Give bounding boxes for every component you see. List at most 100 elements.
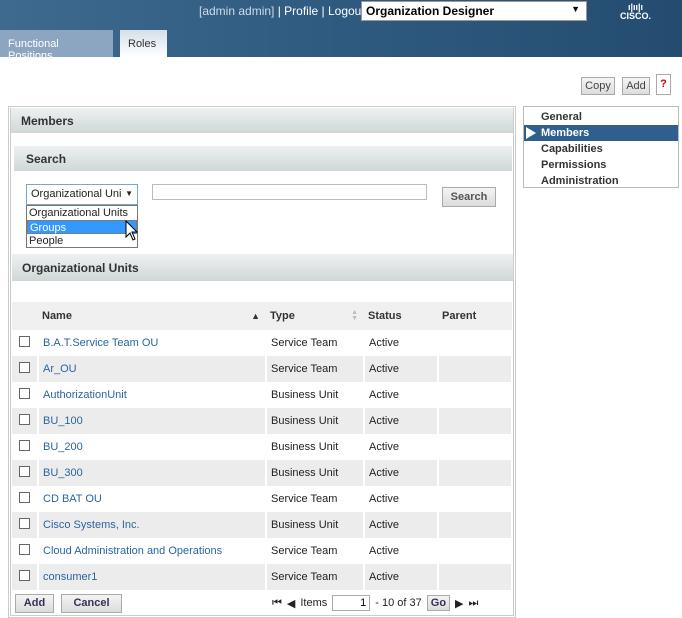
row-select-cell xyxy=(12,512,39,538)
row-type: Business Unit xyxy=(266,408,365,434)
page-start-input[interactable] xyxy=(332,595,371,611)
row-checkbox[interactable] xyxy=(19,492,30,503)
column-label: Name xyxy=(42,310,72,322)
row-name-link[interactable]: consumer1 xyxy=(38,564,267,590)
row-status: Active xyxy=(364,538,439,564)
row-checkbox[interactable] xyxy=(19,362,30,373)
row-name-link[interactable]: AuthorizationUnit xyxy=(38,382,267,408)
select-column-header xyxy=(12,302,38,330)
row-select-cell xyxy=(12,564,39,590)
table-row: CD BAT OU Service Team Active xyxy=(12,486,513,512)
row-checkbox[interactable] xyxy=(19,570,30,581)
side-nav: General Members Capabilities Permissions… xyxy=(523,106,679,188)
row-status: Active xyxy=(364,356,439,382)
search-type-listbox[interactable]: Organizational Units Groups People xyxy=(26,205,138,248)
profile-link[interactable]: Profile xyxy=(284,4,318,18)
app-select[interactable]: Organization Designer ▼ xyxy=(361,1,587,21)
tab-functional-positions[interactable]: Functional Positions xyxy=(0,30,113,62)
nav-item-permissions[interactable]: Permissions xyxy=(524,157,678,173)
chevron-down-icon: ▼ xyxy=(125,189,133,198)
row-select-cell xyxy=(12,434,39,460)
previous-page-icon[interactable]: ◀ xyxy=(287,597,295,610)
go-button[interactable]: Go xyxy=(426,595,451,611)
table-header-row: Name ▲ Type ▲ ▼ Status Parent xyxy=(12,302,512,330)
first-page-icon[interactable]: ⏮ xyxy=(272,597,282,610)
row-name-link[interactable]: Cloud Administration and Operations xyxy=(38,538,267,564)
nav-item-general[interactable]: General xyxy=(524,109,678,125)
table-row: BU_300 Business Unit Active xyxy=(12,460,513,486)
app-select-value: Organization Designer xyxy=(366,4,495,18)
row-status: Active xyxy=(364,460,439,486)
help-button[interactable]: ? xyxy=(656,74,671,95)
row-checkbox[interactable] xyxy=(19,388,30,399)
table-row: consumer1 Service Team Active xyxy=(12,564,513,590)
row-checkbox[interactable] xyxy=(19,518,30,529)
results-table: Name ▲ Type ▲ ▼ Status Parent B.A.T.Service… xyxy=(12,302,513,590)
nav-item-administration[interactable]: Administration xyxy=(524,173,678,189)
row-status: Active xyxy=(364,434,439,460)
row-type: Business Unit xyxy=(266,460,365,486)
option-groups[interactable]: Groups xyxy=(27,220,137,234)
nav-item-members[interactable]: Members xyxy=(524,125,678,141)
row-parent xyxy=(438,408,513,434)
row-name-link[interactable]: BU_300 xyxy=(38,460,267,486)
column-header-status[interactable]: Status xyxy=(364,302,438,330)
copy-button[interactable]: Copy xyxy=(581,77,615,95)
range-label: - 10 of 37 xyxy=(375,597,422,609)
cancel-button[interactable]: Cancel xyxy=(61,594,122,613)
column-header-parent[interactable]: Parent xyxy=(438,302,512,330)
logout-link[interactable]: Logout xyxy=(328,4,365,18)
row-name-link[interactable]: Cisco Systems, Inc. xyxy=(38,512,267,538)
row-checkbox[interactable] xyxy=(19,466,30,477)
table-row: Ar_OU Service Team Active xyxy=(12,356,513,382)
row-checkbox[interactable] xyxy=(19,544,30,555)
row-checkbox[interactable] xyxy=(19,336,30,347)
add-button[interactable]: Add xyxy=(622,77,650,95)
table-row: BU_100 Business Unit Active xyxy=(12,408,513,434)
row-select-cell xyxy=(12,330,39,356)
last-page-icon[interactable]: ⏭ xyxy=(469,597,479,610)
sort-ascending-icon[interactable]: ▲ xyxy=(251,311,260,321)
next-page-icon[interactable]: ▶ xyxy=(455,597,463,610)
row-parent xyxy=(438,356,513,382)
results-header: Organizational Units xyxy=(12,254,513,281)
table-row: B.A.T.Service Team OU Service Team Activ… xyxy=(12,330,513,356)
row-type: Business Unit xyxy=(266,382,365,408)
row-select-cell xyxy=(12,408,39,434)
row-name-link[interactable]: B.A.T.Service Team OU xyxy=(38,330,267,356)
search-input[interactable] xyxy=(152,184,427,200)
nav-item-capabilities[interactable]: Capabilities xyxy=(524,141,678,157)
column-header-type[interactable]: Type ▲ ▼ xyxy=(266,302,364,330)
row-name-link[interactable]: BU_200 xyxy=(38,434,267,460)
row-type: Service Team xyxy=(266,356,365,382)
sort-icon[interactable]: ▲ ▼ xyxy=(351,309,358,322)
row-parent xyxy=(438,330,513,356)
row-select-cell xyxy=(12,356,39,382)
row-name-link[interactable]: BU_100 xyxy=(38,408,267,434)
row-parent xyxy=(438,382,513,408)
column-header-name[interactable]: Name ▲ xyxy=(38,302,266,330)
row-parent xyxy=(438,460,513,486)
row-type: Business Unit xyxy=(266,434,365,460)
option-organizational-units[interactable]: Organizational Units xyxy=(27,206,137,220)
row-status: Active xyxy=(364,564,439,590)
tab-roles[interactable]: Roles xyxy=(120,30,167,57)
table-row: AuthorizationUnit Business Unit Active xyxy=(12,382,513,408)
search-type-select[interactable]: Organizational Uni ▼ xyxy=(26,184,138,205)
row-type: Service Team xyxy=(266,564,365,590)
row-name-link[interactable]: CD BAT OU xyxy=(38,486,267,512)
table-row: Cloud Administration and Operations Serv… xyxy=(12,538,513,564)
search-header: Search xyxy=(14,146,512,171)
row-parent xyxy=(438,486,513,512)
row-name-link[interactable]: Ar_OU xyxy=(38,356,267,382)
row-parent xyxy=(438,512,513,538)
row-type: Service Team xyxy=(266,538,365,564)
row-status: Active xyxy=(364,512,439,538)
row-checkbox[interactable] xyxy=(19,414,30,425)
search-button[interactable]: Search xyxy=(442,187,496,207)
row-select-cell xyxy=(12,538,39,564)
row-parent xyxy=(438,434,513,460)
option-people[interactable]: People xyxy=(27,234,137,248)
row-checkbox[interactable] xyxy=(19,440,30,451)
footer-add-button[interactable]: Add xyxy=(15,594,54,613)
